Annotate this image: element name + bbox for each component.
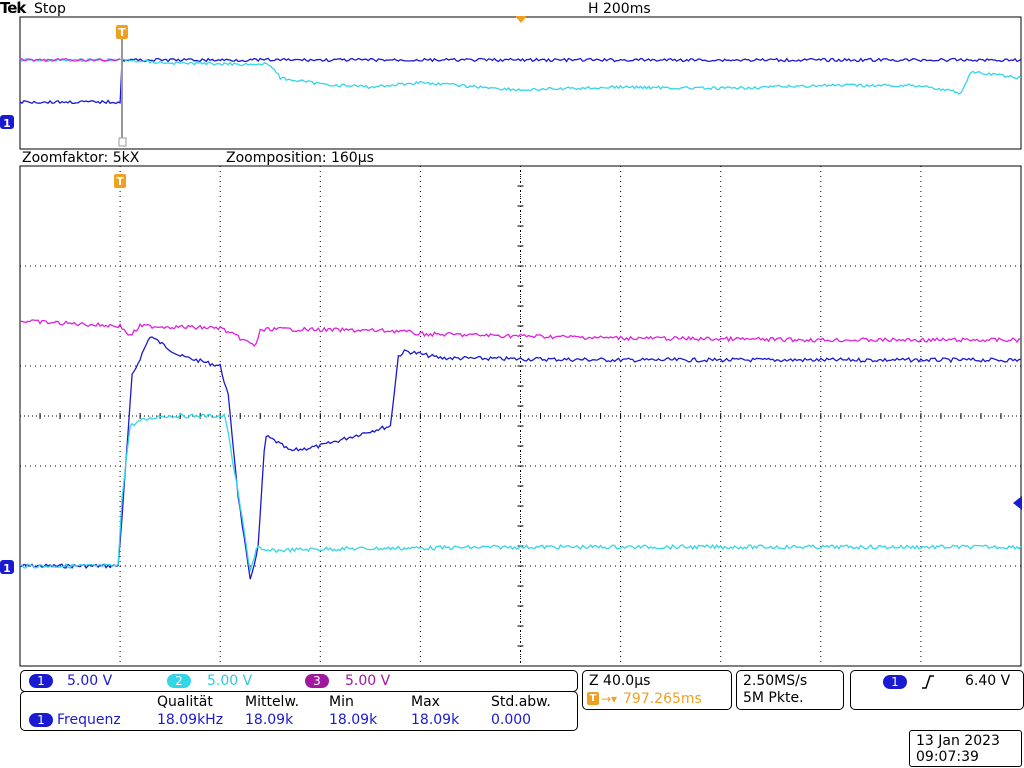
ch3-scale[interactable]: 5.00 V	[345, 673, 390, 689]
meas-ch1-pill[interactable]: 1	[29, 713, 53, 727]
trigger-source-pill: 1	[883, 675, 907, 689]
sample-rate: 2.50MS/s	[743, 673, 808, 689]
meas-header-max: Max	[411, 694, 440, 710]
ch2-scale[interactable]: 5.00 V	[207, 673, 252, 689]
record-length: 5M Pkte.	[743, 690, 804, 706]
meas-header-quality: Qualität	[157, 694, 213, 710]
zoom-scale: Z 40.0µs	[589, 673, 651, 689]
date: 13 Jan 2023	[916, 733, 1000, 749]
ch1-pill[interactable]: 1	[29, 674, 53, 688]
meas-value-max: 18.09k	[411, 712, 460, 728]
meas-value-quality: 18.09kHz	[157, 712, 224, 728]
zoom-ch1-label: 1	[3, 562, 11, 575]
timestamp-panel: 13 Jan 2023 09:07:39	[909, 730, 1022, 767]
overview-ch1-label: 1	[3, 117, 11, 130]
meas-label[interactable]: Frequenz	[57, 712, 121, 728]
meas-header-stddev: Std.abw.	[491, 694, 551, 710]
ch3-pill[interactable]: 3	[305, 674, 329, 688]
zoom-trigger-label: T	[116, 175, 124, 188]
overview-chart: T 1	[0, 16, 1022, 150]
overview-trigger-label: T	[118, 26, 126, 39]
trigger-position: 797.265ms	[623, 691, 702, 707]
channel-scale-panel: 1 5.00 V 2 5.00 V 3 5.00 V	[20, 670, 578, 692]
zoom-info-panel[interactable]: Z 40.0µs T →▾ 797.265ms	[582, 670, 732, 710]
ch2-pill[interactable]: 2	[167, 674, 191, 688]
meas-value-stddev: 0.000	[491, 712, 532, 728]
overview-frame	[19, 16, 1022, 150]
meas-header-min: Min	[329, 694, 354, 710]
rising-edge-icon	[922, 675, 934, 689]
meas-value-min: 18.09k	[329, 712, 378, 728]
trigger-panel[interactable]: 1 6.40 V	[850, 670, 1024, 710]
trigger-arrow-icon: →▾	[601, 692, 618, 706]
trigger-level: 6.40 V	[965, 673, 1011, 689]
meas-header-mean: Mittelw.	[245, 694, 300, 710]
ch1-scale[interactable]: 5.00 V	[67, 673, 112, 689]
trigger-pos-icon: T	[587, 692, 599, 705]
acquisition-panel[interactable]: 2.50MS/s 5M Pkte.	[736, 670, 844, 710]
measurement-panel: Qualität Mittelw. Min Max Std.abw. 1 Fre…	[20, 691, 578, 731]
meas-value-mean: 18.09k	[245, 712, 294, 728]
zoom-window-handle[interactable]	[118, 137, 127, 147]
time: 09:07:39	[916, 749, 979, 765]
zoom-chart: T 1	[0, 165, 1022, 667]
